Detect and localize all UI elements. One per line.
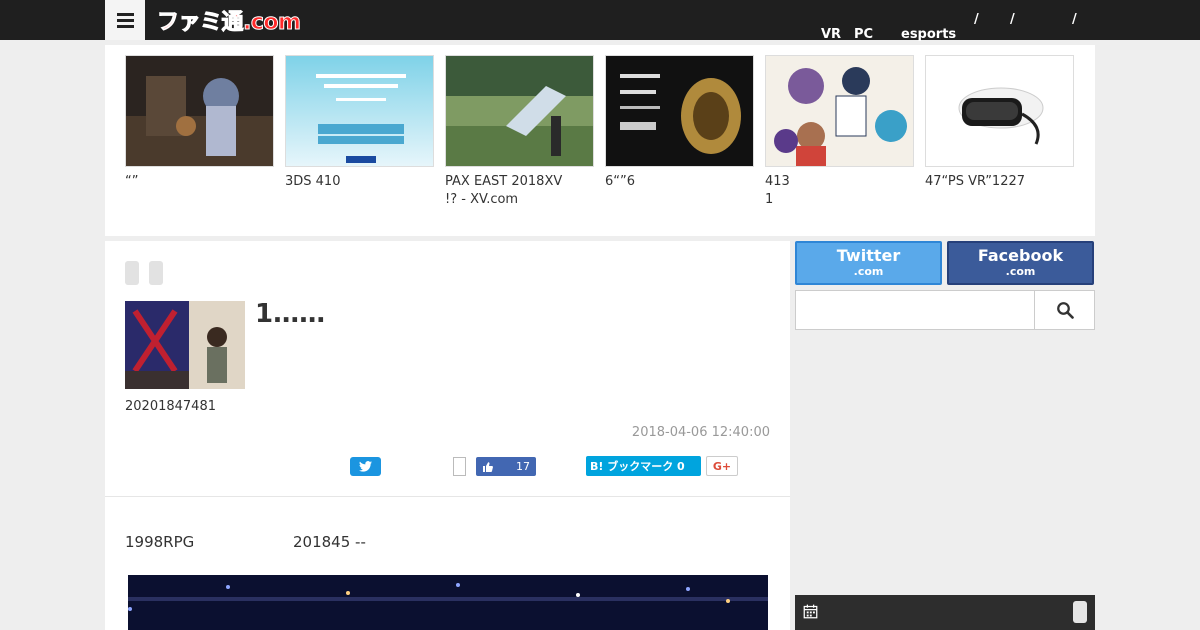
article-lead-text: 1998RPG xyxy=(125,533,195,551)
nav-item-pc[interactable]: PC xyxy=(854,27,873,42)
category-tag[interactable] xyxy=(125,261,139,285)
twitter-sub-label: .com xyxy=(853,265,884,278)
article-thumbnail xyxy=(125,301,245,389)
carousel-caption: 6“”6 xyxy=(605,174,636,189)
carousel-caption: 3DS 410 xyxy=(285,174,341,189)
carousel-card[interactable]: PAX EAST 2018XV !? - XV.com xyxy=(445,55,595,209)
category-tag[interactable] xyxy=(149,261,163,285)
featured-carousel: “” 3DS 410 PAX EAST 2018XV !? - XV.com 6… xyxy=(105,45,1095,236)
article-lead-text: 201845 -- xyxy=(293,533,366,551)
calendar-toggle-button[interactable] xyxy=(1073,601,1087,623)
facebook-like-button[interactable]: 17 xyxy=(476,457,536,476)
calendar-icon xyxy=(803,604,818,619)
twitter-bird-icon xyxy=(359,461,372,472)
facebook-follow-button[interactable]: Facebook .com xyxy=(947,241,1094,285)
atlus-announcement-thumbnail xyxy=(285,55,434,167)
carousel-card[interactable]: “” xyxy=(125,55,275,191)
divider xyxy=(105,496,790,497)
carousel-card[interactable]: 3DS 410 xyxy=(285,55,435,191)
anime-thumbnail xyxy=(765,55,914,167)
share-count-box xyxy=(453,457,466,476)
search-button[interactable] xyxy=(1035,290,1095,330)
search-input[interactable] xyxy=(795,290,1035,330)
calendar-widget-header xyxy=(795,595,1095,630)
logo-text: ファミ通.com xyxy=(156,10,301,36)
carousel-card[interactable]: 6“”6 xyxy=(605,55,755,191)
twitter-label: Twitter xyxy=(836,246,901,265)
ring-thumbnail xyxy=(605,55,754,167)
menu-line-icon xyxy=(116,24,134,28)
top-bar: ファミ通.com VR PC esports / / / xyxy=(0,0,1200,42)
game-scene-thumbnail xyxy=(125,55,274,167)
site-logo[interactable]: ファミ通.com xyxy=(156,6,301,36)
google-plus-button[interactable]: G+ xyxy=(706,456,738,476)
menu-line-icon xyxy=(116,12,134,16)
hamburger-menu-button[interactable] xyxy=(105,0,145,40)
carousel-card[interactable]: 413 1 xyxy=(765,55,915,209)
nav-item-esports[interactable]: esports xyxy=(901,27,956,42)
article-date: 2018-04-06 12:40:00 xyxy=(631,425,770,440)
carousel-card[interactable]: 47“PS VR”1227 xyxy=(925,55,1075,191)
article-panel: 1…… 20201847481 2018-04-06 12:40:00 17 B… xyxy=(105,241,790,630)
landscape-thumbnail xyxy=(445,55,594,167)
facebook-sub-label: .com xyxy=(1005,265,1036,278)
carousel-caption: 413 1 xyxy=(765,174,790,207)
article-byline: 20201847481 xyxy=(125,399,216,414)
article-hero-image xyxy=(128,575,768,630)
nav-item-separator-3[interactable]: / xyxy=(1072,12,1077,27)
like-count: 17 xyxy=(516,460,530,473)
carousel-caption: “” xyxy=(125,174,139,189)
carousel-caption: 47“PS VR”1227 xyxy=(925,174,1026,189)
nav-item-separator-2[interactable]: / xyxy=(1010,12,1015,27)
search-icon xyxy=(1056,302,1074,319)
tweet-button[interactable] xyxy=(350,457,381,476)
thumbs-up-icon xyxy=(483,461,493,472)
carousel-caption: PAX EAST 2018XV !? - XV.com xyxy=(445,174,563,207)
vr-headset-thumbnail xyxy=(925,55,1074,167)
twitter-follow-button[interactable]: Twitter .com xyxy=(795,241,942,285)
article-headline: 1…… xyxy=(255,299,326,329)
menu-line-icon xyxy=(116,18,134,22)
nav-item-separator-1[interactable]: / xyxy=(974,12,979,27)
facebook-label: Facebook xyxy=(977,246,1064,265)
hatena-bookmark-button[interactable]: B! ブックマーク 0 xyxy=(586,456,701,476)
nav-item-vr[interactable]: VR xyxy=(821,27,841,42)
